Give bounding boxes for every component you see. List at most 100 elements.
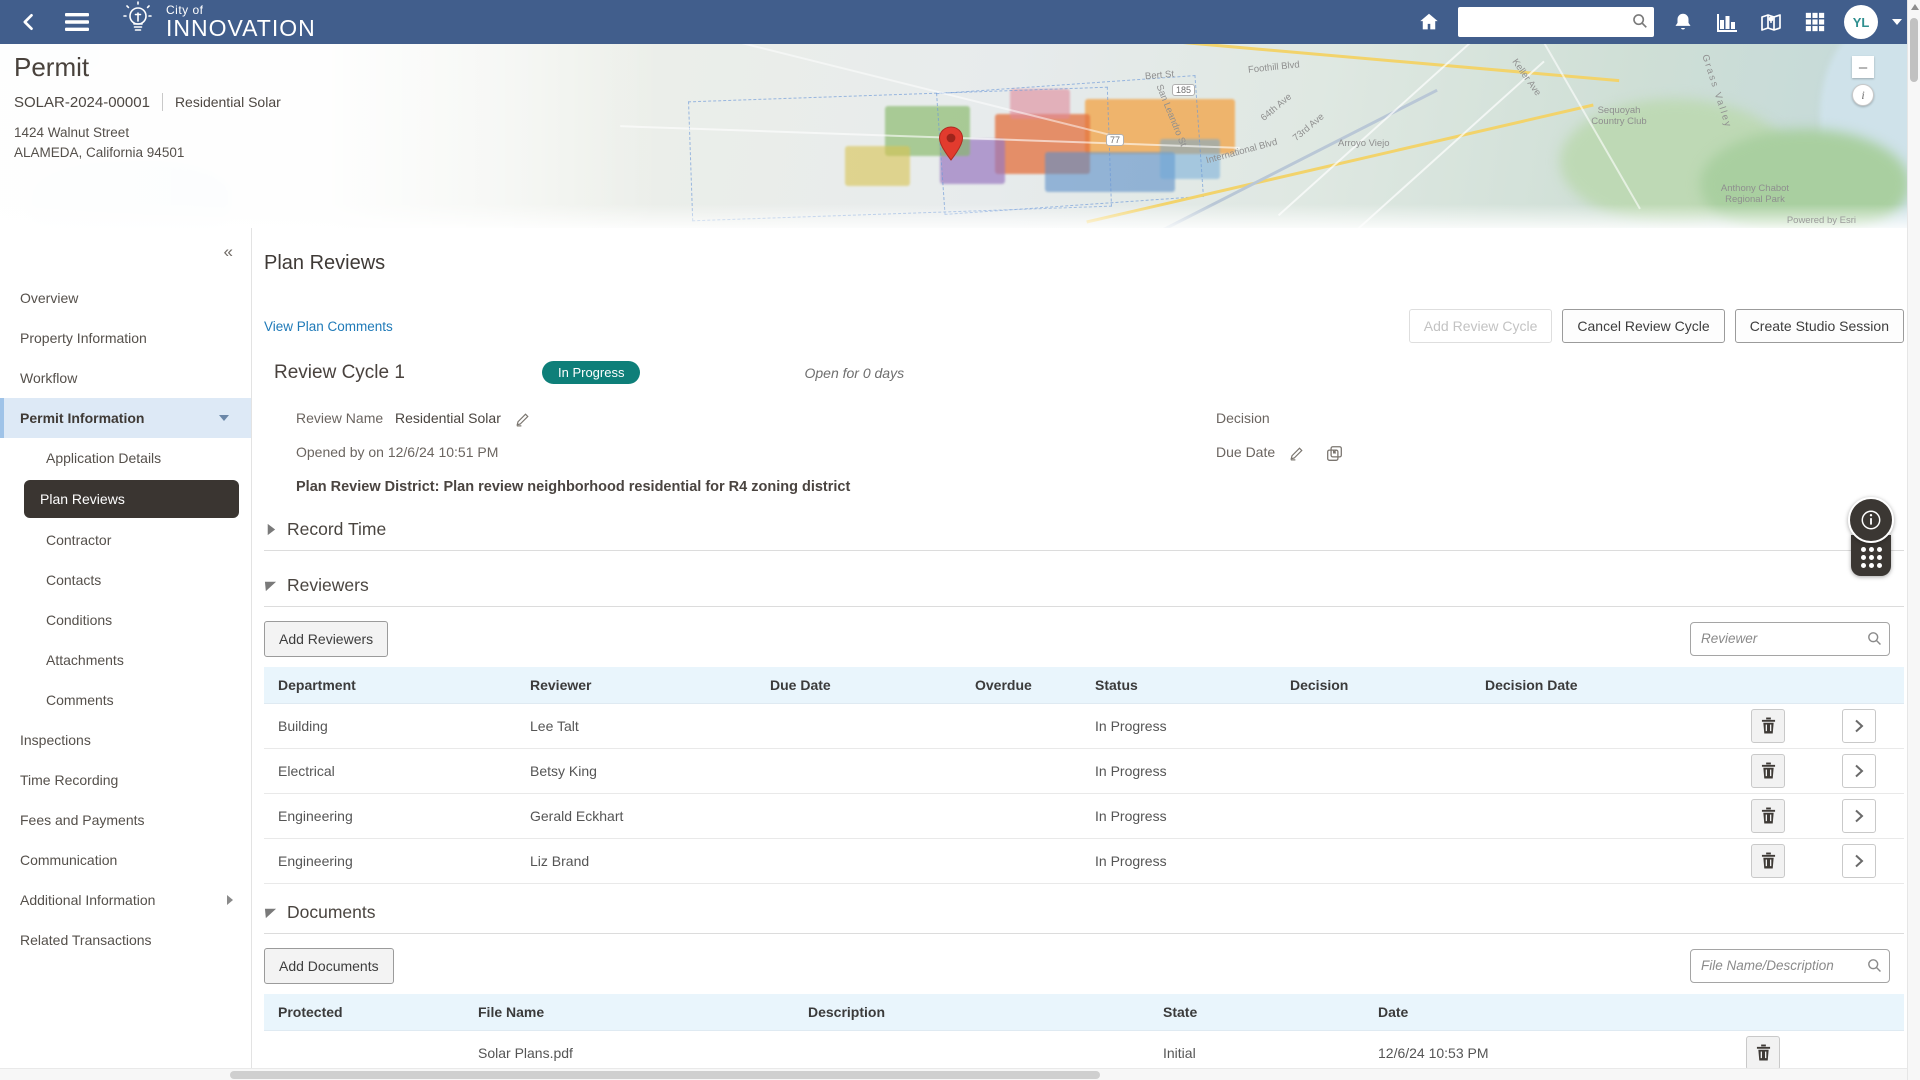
sidebar-item-label: Time Recording bbox=[20, 772, 118, 788]
col-header: Decision bbox=[1276, 677, 1471, 693]
divider bbox=[162, 93, 163, 111]
sidebar-item-communication[interactable]: Communication bbox=[0, 840, 251, 880]
status-badge: In Progress bbox=[542, 361, 640, 384]
vertical-scrollbar-thumb[interactable] bbox=[1910, 18, 1918, 82]
sidebar-item-additional-information[interactable]: Additional Information bbox=[0, 880, 251, 920]
horizontal-scrollbar-thumb[interactable] bbox=[230, 1071, 1100, 1079]
sidebar-item-contractor[interactable]: Contractor bbox=[0, 520, 251, 560]
map-street-label: 64th Ave bbox=[1259, 91, 1294, 123]
search-icon[interactable] bbox=[1631, 12, 1649, 35]
back-icon[interactable] bbox=[14, 7, 44, 37]
delete-reviewer-button[interactable] bbox=[1751, 754, 1785, 788]
permit-id: SOLAR-2024-00001 bbox=[14, 94, 150, 111]
location-pin-icon[interactable] bbox=[938, 126, 964, 167]
map-zoom-out-button[interactable]: – bbox=[1852, 56, 1874, 78]
sidebar-item-fees-and-payments[interactable]: Fees and Payments bbox=[0, 800, 251, 840]
reviewer-search-input[interactable] bbox=[1690, 622, 1890, 656]
analytics-bar-chart-icon[interactable] bbox=[1712, 7, 1742, 37]
review-name-value: Residential Solar bbox=[395, 410, 501, 426]
open-reviewer-chevron-button[interactable] bbox=[1842, 844, 1876, 878]
sidebar-item-application-details[interactable]: Application Details bbox=[0, 438, 251, 478]
map-road bbox=[1181, 44, 1620, 82]
col-header: State bbox=[1149, 1004, 1364, 1020]
vertical-scrollbar[interactable] bbox=[1907, 0, 1920, 1080]
reviewer-row[interactable]: Building Lee Talt In Progress bbox=[264, 704, 1904, 749]
cell-status: In Progress bbox=[1081, 808, 1276, 824]
reviewers-section-header[interactable]: Reviewers bbox=[264, 575, 1904, 607]
sidebar-item-label: Conditions bbox=[46, 612, 112, 628]
map-area-label: Anthony Chabot Regional Park bbox=[1712, 184, 1798, 206]
search-icon[interactable] bbox=[1866, 957, 1883, 979]
delete-reviewer-button[interactable] bbox=[1751, 844, 1785, 878]
sidebar-item-time-recording[interactable]: Time Recording bbox=[0, 760, 251, 800]
route-shield: 77 bbox=[1106, 134, 1124, 146]
city-logo: City of INNOVATION bbox=[118, 1, 316, 44]
map[interactable]: Bert St Foothill Blvd International Blvd… bbox=[0, 44, 1920, 228]
documents-section-header[interactable]: Documents bbox=[264, 902, 1904, 934]
col-header: Status bbox=[1081, 677, 1276, 693]
user-menu-caret-icon[interactable] bbox=[1892, 19, 1902, 25]
sidebar-item-permit-information[interactable]: Permit Information bbox=[0, 398, 251, 438]
scroll-up-arrow-icon[interactable] bbox=[1911, 4, 1919, 10]
add-documents-button[interactable]: Add Documents bbox=[264, 948, 394, 984]
documents-table-header: Protected File Name Description State Da… bbox=[264, 994, 1904, 1031]
sidebar-collapse-icon[interactable]: « bbox=[224, 242, 233, 262]
open-reviewer-chevron-button[interactable] bbox=[1842, 709, 1876, 743]
open-reviewer-chevron-button[interactable] bbox=[1842, 754, 1876, 788]
sidebar-item-workflow[interactable]: Workflow bbox=[0, 358, 251, 398]
delete-reviewer-button[interactable] bbox=[1751, 709, 1785, 743]
sidebar-item-label: Inspections bbox=[20, 732, 91, 748]
record-time-section-header[interactable]: Record Time bbox=[264, 519, 1904, 551]
sidebar-item-label: Fees and Payments bbox=[20, 812, 145, 828]
view-plan-comments-link[interactable]: View Plan Comments bbox=[264, 319, 393, 334]
grid-dots-icon bbox=[1861, 547, 1882, 568]
cancel-review-cycle-button[interactable]: Cancel Review Cycle bbox=[1562, 309, 1724, 343]
create-studio-session-button[interactable]: Create Studio Session bbox=[1735, 309, 1904, 343]
apps-grid-icon[interactable] bbox=[1800, 7, 1830, 37]
user-avatar[interactable]: YL bbox=[1844, 5, 1878, 39]
chevron-right-icon bbox=[227, 895, 233, 905]
reviewer-row[interactable]: Engineering Liz Brand In Progress bbox=[264, 839, 1904, 884]
open-reviewer-chevron-button[interactable] bbox=[1842, 799, 1876, 833]
edit-due-date-pencil-icon[interactable] bbox=[1289, 446, 1304, 461]
cell-reviewer: Gerald Eckhart bbox=[516, 808, 756, 824]
due-date-calendar-icon[interactable] bbox=[1326, 445, 1343, 462]
add-review-cycle-button[interactable]: Add Review Cycle bbox=[1409, 309, 1553, 343]
search-icon[interactable] bbox=[1866, 630, 1883, 652]
document-search-input[interactable] bbox=[1690, 949, 1890, 983]
sidebar-item-property-information[interactable]: Property Information bbox=[0, 318, 251, 358]
add-reviewers-button[interactable]: Add Reviewers bbox=[264, 621, 388, 657]
hamburger-menu-icon[interactable] bbox=[62, 7, 92, 37]
reviewer-row[interactable]: Electrical Betsy King In Progress bbox=[264, 749, 1904, 794]
map-info-button[interactable]: i bbox=[1852, 84, 1874, 106]
sidebar-item-inspections[interactable]: Inspections bbox=[0, 720, 251, 760]
global-search bbox=[1458, 7, 1654, 37]
cell-state: Initial bbox=[1149, 1045, 1364, 1061]
sidebar-item-overview[interactable]: Overview bbox=[0, 278, 251, 318]
delete-reviewer-button[interactable] bbox=[1751, 799, 1785, 833]
map-icon[interactable] bbox=[1756, 7, 1786, 37]
sidebar-item-label: Contractor bbox=[46, 532, 111, 548]
decision-row: Decision bbox=[1216, 410, 1904, 427]
reviewers-table-header: Department Reviewer Due Date Overdue Sta… bbox=[264, 667, 1904, 704]
notifications-bell-icon[interactable] bbox=[1668, 7, 1698, 37]
sidebar-item-attachments[interactable]: Attachments bbox=[0, 640, 251, 680]
delete-document-button[interactable] bbox=[1746, 1036, 1780, 1070]
edit-review-name-pencil-icon[interactable] bbox=[515, 412, 530, 427]
horizontal-scrollbar[interactable] bbox=[0, 1068, 1907, 1080]
sidebar-item-related-transactions[interactable]: Related Transactions bbox=[0, 920, 251, 960]
reviewer-row[interactable]: Engineering Gerald Eckhart In Progress bbox=[264, 794, 1904, 839]
sidebar-item-comments[interactable]: Comments bbox=[0, 680, 251, 720]
home-icon[interactable] bbox=[1414, 7, 1444, 37]
sidebar-item-conditions[interactable]: Conditions bbox=[0, 600, 251, 640]
sidebar-item-label: Application Details bbox=[46, 450, 161, 466]
cell-file-name: Solar Plans.pdf bbox=[464, 1045, 794, 1061]
top-navbar: City of INNOVATION YL bbox=[0, 0, 1920, 44]
cell-department: Building bbox=[264, 718, 516, 734]
page-info-button[interactable] bbox=[1848, 497, 1894, 543]
sidebar-item-label: Workflow bbox=[20, 370, 77, 386]
global-search-input[interactable] bbox=[1458, 7, 1654, 37]
section-title: Plan Reviews bbox=[264, 252, 1904, 275]
sidebar-item-plan-reviews[interactable]: Plan Reviews bbox=[24, 480, 239, 518]
sidebar-item-contacts[interactable]: Contacts bbox=[0, 560, 251, 600]
